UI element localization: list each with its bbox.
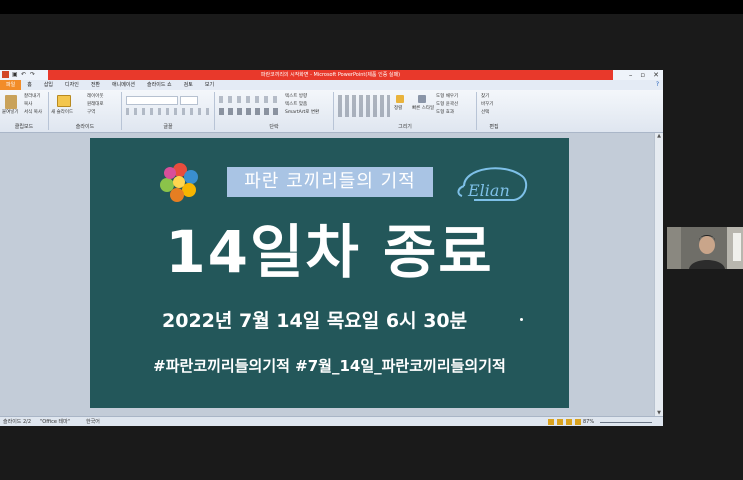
shapes-gallery[interactable]	[338, 95, 390, 117]
align-text-button[interactable]: 텍스트 맞춤	[285, 102, 307, 108]
minimize-icon[interactable]: –	[629, 71, 633, 79]
paste-icon[interactable]	[5, 95, 17, 109]
app-icon[interactable]	[2, 71, 9, 78]
format-painter-button[interactable]: 서식 복사	[24, 110, 42, 116]
tab-transitions[interactable]: 전환	[85, 80, 106, 90]
tab-slideshow[interactable]: 슬라이드 쇼	[141, 80, 178, 90]
editing-group-label: 편집	[489, 124, 499, 130]
slides-group-label: 슬라이드	[75, 124, 95, 130]
new-slide-icon[interactable]	[57, 95, 71, 107]
group-font: 글꼴	[122, 92, 215, 130]
paste-button[interactable]: 붙여넣기	[2, 110, 19, 116]
view-buttons[interactable]	[548, 419, 582, 425]
save-icon[interactable]: ▣	[12, 71, 18, 78]
cut-button[interactable]: 잘라내기	[24, 94, 41, 100]
arrange-icon[interactable]	[396, 95, 404, 103]
copy-button[interactable]: 복사	[24, 102, 32, 108]
font-group-label: 글꼴	[163, 124, 173, 130]
slide-heading: 14일차 종료	[165, 218, 494, 286]
participant-video[interactable]	[667, 227, 743, 269]
meeting-top-bar	[0, 0, 743, 14]
replace-button[interactable]: 바꾸기	[481, 102, 493, 108]
close-icon[interactable]: ✕	[653, 71, 659, 79]
group-clipboard: 붙여넣기 잘라내기 복사 서식 복사 클립보드	[0, 92, 49, 130]
vertical-scrollbar[interactable]: ▲ ▼	[654, 133, 663, 416]
group-editing: 찾기 바꾸기 선택 편집	[477, 92, 511, 130]
font-name-box[interactable]	[126, 96, 178, 105]
window-controls: – ▫ ✕	[629, 71, 659, 79]
slide-counter: 슬라이드 2/2	[3, 419, 32, 425]
undo-icon[interactable]: ↶	[21, 71, 27, 78]
paragraph-group-label: 단락	[269, 124, 279, 130]
font-format-buttons[interactable]	[126, 108, 210, 115]
tab-design[interactable]: 디자인	[59, 80, 85, 90]
paragraph-buttons[interactable]	[219, 96, 279, 103]
layout-button[interactable]: 레이아웃	[87, 94, 104, 100]
shape-outline-button[interactable]: 도형 윤곽선	[436, 102, 458, 108]
elephant-logo-icon: Elian	[457, 167, 528, 201]
smartart-button[interactable]: SmartArt로 변환	[285, 110, 319, 116]
status-bar: 슬라이드 2/2 "Office 테마" 한국어 87%	[0, 416, 663, 426]
shape-fill-button[interactable]: 도형 채우기	[436, 94, 458, 100]
tab-file[interactable]: 파일	[0, 80, 22, 90]
theme-name: "Office 테마"	[40, 419, 70, 425]
participant-image	[667, 227, 743, 269]
shape-effects-button[interactable]: 도형 효과	[436, 110, 454, 116]
window-title: 파란코끼리의 시작화면 - Microsoft PowerPoint(제품 인증…	[260, 72, 401, 78]
quick-styles-button[interactable]: 빠른 스타일	[412, 106, 434, 112]
group-drawing: 정렬 빠른 스타일 도형 채우기 도형 윤곽선 도형 효과 그리기	[334, 92, 477, 130]
group-paragraph: 텍스트 방향 텍스트 맞춤 SmartArt로 변환 단락	[215, 92, 334, 130]
language: 한국어	[86, 419, 100, 425]
text-direction-button[interactable]: 텍스트 방향	[285, 94, 307, 100]
help-icon[interactable]: ?	[656, 81, 659, 88]
drawing-group-label: 그리기	[398, 124, 412, 130]
tab-insert[interactable]: 삽입	[38, 80, 59, 90]
ribbon-tabs: 파일 홈 삽입 디자인 전환 애니메이션 슬라이드 쇼 검토 보기 ?	[0, 80, 663, 90]
cursor-dot	[520, 318, 523, 321]
tab-review[interactable]: 검토	[178, 80, 199, 90]
alignment-buttons[interactable]	[219, 108, 279, 115]
clipboard-group-label: 클립보드	[14, 124, 34, 130]
redo-icon[interactable]: ↷	[30, 71, 36, 78]
find-button[interactable]: 찾기	[481, 94, 489, 100]
title-bar: ▣ ↶ ↷ 파란코끼리의 시작화면 - Microsoft PowerPoint…	[0, 70, 663, 80]
select-button[interactable]: 선택	[481, 110, 489, 116]
slide: 파란 코끼리들의 기적 Elian 14일차 종료 2022년 7월 14일 목…	[90, 138, 569, 408]
slide-hashtags: #파란코끼리들의기적 #7월_14일_파란코끼리들의기적	[153, 357, 506, 375]
quick-styles-icon[interactable]	[418, 95, 426, 103]
reset-button[interactable]: 원래대로	[87, 102, 104, 108]
zoom-slider[interactable]	[600, 422, 652, 423]
tab-home[interactable]: 홈	[21, 80, 38, 90]
new-slide-button[interactable]: 새 슬라이드	[51, 110, 73, 116]
ribbon: 붙여넣기 잘라내기 복사 서식 복사 클립보드 새 슬라이드 레이아웃 원래대로…	[0, 90, 663, 133]
slide-title: 파란 코끼리들의 기적	[244, 171, 416, 192]
scroll-up-icon[interactable]: ▲	[655, 133, 663, 139]
tab-view[interactable]: 보기	[199, 80, 220, 90]
quick-access-toolbar: ▣ ↶ ↷	[2, 71, 36, 79]
font-size-box[interactable]	[180, 96, 198, 105]
elephant-logo-text: Elian	[467, 181, 510, 200]
maximize-icon[interactable]: ▫	[640, 71, 645, 79]
arrange-button[interactable]: 정렬	[394, 106, 402, 112]
slide-date: 2022년 7월 14일 목요일 6시 30분	[162, 310, 468, 332]
section-button[interactable]: 구역	[87, 110, 95, 116]
tab-animations[interactable]: 애니메이션	[106, 80, 141, 90]
group-slides: 새 슬라이드 레이아웃 원래대로 구역 슬라이드	[49, 92, 122, 130]
zoom-level[interactable]: 87%	[583, 417, 594, 426]
flower-logo-icon	[160, 163, 198, 202]
